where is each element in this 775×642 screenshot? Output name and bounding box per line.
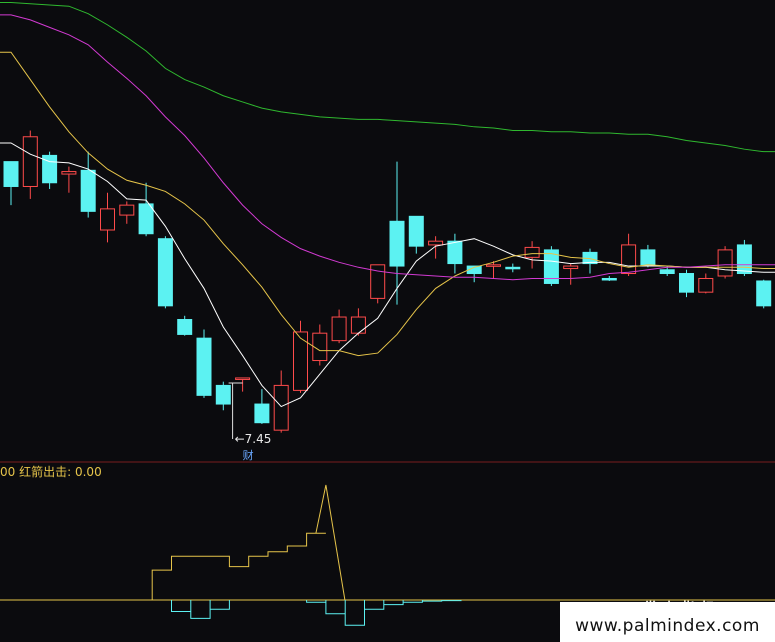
candle-up [350,316,366,334]
candle-up [331,316,347,342]
candle-up [22,136,38,187]
candle-up [486,264,501,267]
candle-up [293,331,308,391]
candle-down [215,384,231,405]
candle-up [428,240,444,246]
indicator-name: 红箭出击 [19,465,68,479]
candle-down [736,244,752,275]
candle-up [119,204,135,216]
candle-down [389,220,405,267]
indicator-value: 0.00 [74,465,102,479]
candle-down [3,161,19,187]
low-marker-label: ←7.45 [235,432,272,446]
candle-up [100,208,115,231]
candle-up [563,265,579,270]
candle-down [196,337,212,396]
candle-up [524,246,540,258]
moving-average-lines [0,1,775,408]
candle-down [447,240,463,265]
ma-line-3 [0,14,775,281]
candle-down [640,249,656,266]
candle-down [177,319,193,335]
ma-line-2 [0,51,775,357]
candle-down [80,169,96,212]
indicator-yellow-line [75,484,346,601]
low-marker-tag: 财 [243,448,254,462]
candle-down [505,266,521,270]
candle-down [679,273,694,293]
watermark-url: www.palmindex.com [575,616,760,636]
candle-up [273,384,289,431]
candle-down [408,215,424,247]
ma-line-4 [0,1,775,153]
candle-up [235,377,251,380]
candle-up [621,244,637,275]
indicator-cyan-line [171,600,462,626]
indicator-prefix: 00 [0,465,16,479]
candle-up [698,277,714,293]
kline-chart: ←7.45 财 [0,1,775,626]
candle-down [659,269,675,275]
candle-up [717,249,733,277]
candle-down [601,277,617,281]
candle-down [756,280,772,307]
candle-down [254,403,270,424]
ma-line-1 [0,142,775,408]
candle-up [61,171,77,175]
candle-down [157,238,173,307]
indicator-label: 00 红箭出击: 0.00 [0,465,102,479]
watermark-box: www.palmindex.com [560,602,775,642]
candle-down [138,203,154,235]
